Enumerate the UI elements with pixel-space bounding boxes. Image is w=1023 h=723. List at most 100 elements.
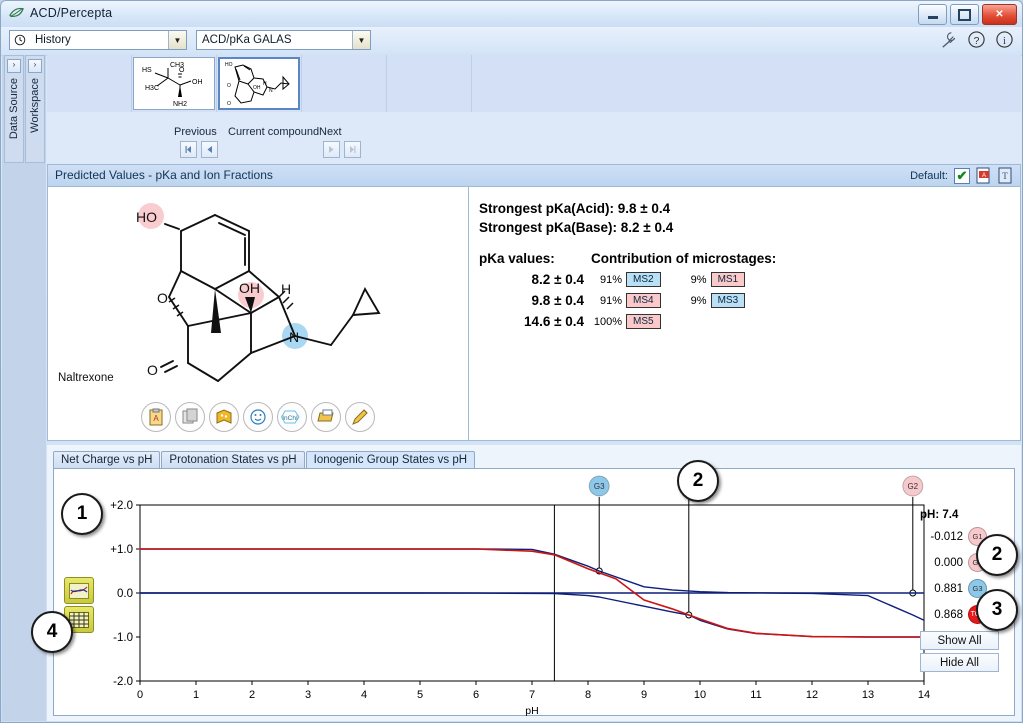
compound-slot[interactable]: HO O OH H N O [217,55,302,112]
svg-text:2: 2 [249,689,255,701]
microstate-percent: 9% [690,273,707,286]
next-compound-button[interactable] [323,141,340,158]
help-icon[interactable]: ? [967,30,986,49]
penicillamine-thumb[interactable]: HS CH3 H3C O OH NH2 [133,57,215,110]
title-bar: ACD/Percepta ✕ [1,1,1022,28]
window-title: ACD/Percepta [30,5,113,20]
penicillamine-structure: HSCH3 H3CO OHNH2 [142,62,203,108]
svg-text:-2.0: -2.0 [113,676,133,688]
label-h: H [281,281,291,297]
naltrexone-structure-thumb: HO O OHH N O [225,62,290,107]
svg-text:O: O [227,101,231,107]
pka-data-pane: Strongest pKa(Acid): 9.8 ± 0.4 Strongest… [469,187,1020,440]
table-row: 9.8 ± 0.4 91% MS4 9% MS3 [479,293,1020,308]
smiles-button[interactable] [243,402,273,432]
toolbar-icon-group: ? i [939,30,1014,49]
microstate-badge[interactable]: MS2 [626,272,661,287]
svg-text:InChI: InChI [282,415,298,422]
legend-value: -0.012 [930,530,963,543]
history-dropdown[interactable]: History ▼ [9,30,187,50]
svg-text:3: 3 [305,689,311,701]
svg-text:O: O [179,67,185,74]
close-button[interactable]: ✕ [982,4,1017,25]
svg-text:+2.0: +2.0 [110,500,133,512]
microstate-badge[interactable]: MS1 [710,272,746,287]
previous-compound-button[interactable] [201,141,218,158]
svg-text:8: 8 [585,689,591,701]
module-dropdown[interactable]: ACD/pKa GALAS ▼ [196,30,371,50]
pka-value: 8.2 ± 0.4 [531,272,584,287]
show-all-button[interactable]: Show All [920,631,999,650]
compound-slot[interactable]: HS CH3 H3C O OH NH2 [132,55,217,112]
svg-text:6: 6 [473,689,479,701]
compound-slot[interactable] [47,55,132,112]
panel-header-actions: Default: ✔ A T [910,167,1014,184]
history-dropdown-arrow[interactable]: ▼ [168,31,186,49]
predicted-values-panel: Predicted Values - pKa and Ion Fractions… [47,164,1021,441]
data-source-label: Data Source [8,78,20,140]
info-icon[interactable]: i [995,30,1014,49]
microstate-badge[interactable]: MS3 [710,293,746,308]
previous-label: Previous [174,126,217,138]
workspace-label: Workspace [29,78,41,133]
sidebar-item-data-source[interactable]: › Data Source [4,55,24,163]
svg-text:H3C: H3C [145,85,159,92]
hide-all-button[interactable]: Hide All [920,653,999,672]
module-dropdown-arrow[interactable]: ▼ [352,31,370,49]
svg-text:T: T [1002,171,1008,181]
svg-text:0: 0 [137,689,143,701]
compound-slot[interactable] [387,55,472,112]
legend-value: 0.868 [934,608,963,621]
svg-text:13: 13 [862,689,874,701]
copy-structure-button[interactable]: A [141,402,171,432]
callout-1: 1 [61,493,103,535]
text-export-icon[interactable]: T [998,167,1014,184]
svg-text:O: O [227,83,231,89]
tab-ionogenic-group-states-vs-ph[interactable]: Ionogenic Group States vs pH [305,451,476,468]
leaf-icon [9,7,24,18]
data-source-expand-icon[interactable]: › [7,59,21,73]
workspace-expand-icon[interactable]: › [28,59,42,73]
chart-panel: Net Charge vs pH Protonation States vs p… [47,445,1021,721]
panel-title: Predicted Values - pKa and Ion Fractions [55,168,273,182]
label-o-ether: O [157,290,168,306]
maximize-button[interactable] [950,4,979,25]
copy-image-button[interactable] [175,402,205,432]
chart-view-button[interactable] [64,577,94,604]
inchi-button[interactable]: InChI [277,402,307,432]
sidebar-item-workspace[interactable]: › Workspace [25,55,45,163]
microstate-badge[interactable]: MS5 [626,314,661,329]
tab-net-charge-vs-ph[interactable]: Net Charge vs pH [53,451,161,468]
chart-canvas[interactable]: 0 1 2 3 4 5 6 7 8 9 10 11 12 13 14 pH +2.0 +1.0 0.0 -1.0 -2.… [53,468,1015,717]
wrench-icon[interactable] [939,30,958,49]
minimize-button[interactable] [918,4,947,25]
naltrexone-thumb[interactable]: HO O OH H N O [218,57,300,110]
microstate-percent: 91% [599,294,622,307]
tab-protonation-states-vs-ph[interactable]: Protonation States vs pH [161,451,305,468]
last-compound-button[interactable] [344,141,361,158]
callout-4: 4 [31,611,73,653]
microstate-badge[interactable]: MS4 [626,293,661,308]
callout-2-legend: 2 [976,534,1018,576]
default-label: Default: [910,169,948,182]
svg-text:9: 9 [641,689,647,701]
first-compound-button[interactable] [180,141,197,158]
pka-table-header: pKa values: Contribution of microstages: [479,251,1020,266]
line-chart-icon [69,582,89,599]
label-ho: HO [136,209,157,225]
clock-icon [14,34,26,46]
svg-text:i: i [1003,36,1006,47]
table-row: 8.2 ± 0.4 91% MS2 9% MS1 [479,272,1020,287]
table-row: 14.6 ± 0.4 100% MS5 [479,314,1020,329]
open-file-button[interactable] [311,402,341,432]
svg-text:OH: OH [253,85,261,91]
pdf-export-icon[interactable]: A [976,167,992,184]
svg-text:N: N [269,88,273,94]
svg-text:?: ? [974,36,980,47]
dictionary-button[interactable] [209,402,239,432]
edit-structure-button[interactable] [345,402,375,432]
microstates-header: Contribution of microstages: [591,251,777,266]
compound-slot[interactable] [302,55,387,112]
default-checkbox[interactable]: ✔ [954,167,970,184]
svg-text:-1.0: -1.0 [113,632,133,644]
